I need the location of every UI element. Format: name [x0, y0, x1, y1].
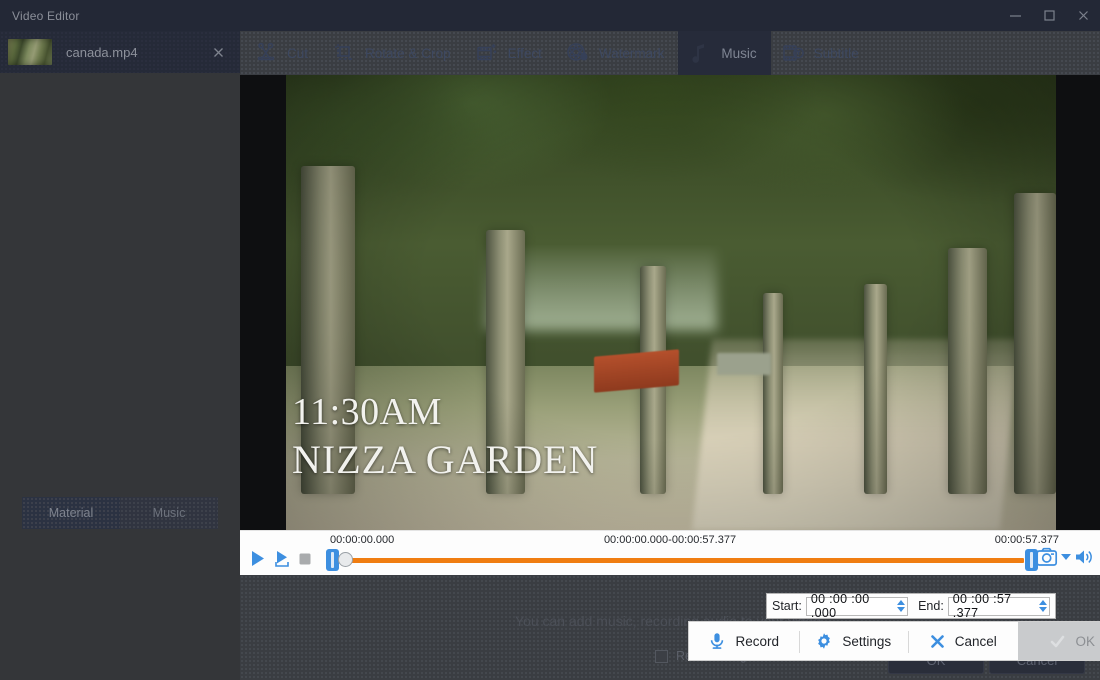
video-thumbnail — [8, 39, 52, 65]
toolbar-item-cut-label: Cut — [287, 45, 309, 61]
cancel-action-button-label: Cancel — [954, 633, 997, 649]
chevron-up-icon[interactable] — [1039, 600, 1047, 605]
timeline-range-label: 00:00:00.000-00:00:57.377 — [603, 534, 737, 546]
start-time-stepper[interactable]: 00 :00 :00 .000 — [805, 592, 909, 620]
window-title: Video Editor — [12, 8, 80, 23]
library-tabs: Material Music — [22, 497, 218, 529]
toolbar-item-effect[interactable]: Effect — [465, 31, 556, 75]
timeline-track[interactable] — [326, 549, 1038, 571]
playhead-knob[interactable] — [338, 552, 353, 567]
chevron-down-icon[interactable] — [1039, 607, 1047, 612]
tab-music-label: Music — [152, 506, 186, 520]
end-time-arrows[interactable] — [1039, 600, 1047, 612]
play-icon[interactable] — [248, 549, 267, 568]
toolbar-item-cut[interactable]: Cut — [244, 31, 322, 75]
media-library-body — [0, 73, 240, 680]
video-editor-window: Video Editor canada.mp4 Material Music C… — [0, 0, 1100, 680]
ok-action-button[interactable]: OK — [1017, 622, 1100, 660]
start-label: Start: — [772, 599, 802, 613]
chevron-down-icon[interactable] — [1061, 554, 1071, 560]
overlay-line-2: NIZZA GARDEN — [292, 436, 599, 482]
record-button[interactable]: Record — [689, 622, 799, 660]
video-overlay-text: 11:30AM NIZZA GARDEN — [292, 391, 599, 482]
timeline-right-controls — [1036, 547, 1094, 567]
watermark-drop-icon — [566, 41, 590, 65]
timeline-total-time: 00:00:57.377 — [994, 534, 1059, 546]
record-button-label: Record — [735, 633, 780, 649]
music-action-bar: Record Settings Cancel OK — [688, 621, 1100, 661]
chevron-up-icon[interactable] — [897, 600, 906, 605]
timeline-progress — [340, 558, 1024, 563]
scissors-icon — [254, 41, 278, 65]
tab-music[interactable]: Music — [120, 497, 218, 529]
overlay-line-1: 11:30AM — [292, 391, 442, 433]
main-stage: Cut Rotate & Crop Effect Watermark Music… — [240, 31, 1100, 680]
music-note-icon — [688, 41, 712, 65]
title-bar: Video Editor — [0, 0, 1100, 31]
trim-range-dialog: Start: 00 :00 :00 .000 End: 00 :00 :57 .… — [766, 592, 1056, 620]
file-tab-strip: canada.mp4 — [0, 31, 240, 73]
volume-icon[interactable] — [1074, 548, 1094, 566]
window-controls — [998, 0, 1100, 31]
end-label: End: — [918, 599, 944, 613]
start-time-arrows[interactable] — [897, 600, 906, 612]
settings-button-label: Settings — [842, 633, 892, 649]
toolbar-item-rotate-crop-label: Rotate & Crop — [365, 45, 451, 61]
play-step-icon[interactable] — [273, 549, 292, 568]
gear-icon — [815, 632, 833, 650]
end-time-stepper[interactable]: 00 :00 :57 .377 — [947, 592, 1050, 620]
toolbar-item-subtitle[interactable]: Subtitle — [771, 31, 873, 75]
left-panel: canada.mp4 Material Music — [0, 31, 240, 680]
timeline-current-time: 00:00:00.000 — [330, 534, 395, 546]
file-tab-label: canada.mp4 — [66, 44, 138, 60]
file-tab-canada[interactable]: canada.mp4 — [0, 31, 240, 73]
crop-icon — [332, 41, 356, 65]
toolbar-item-effect-label: Effect — [507, 45, 542, 61]
playback-controls — [248, 549, 312, 568]
toolbar-item-music-label: Music — [721, 45, 757, 61]
close-icon[interactable] — [208, 42, 228, 62]
subtitle-icon — [781, 41, 805, 65]
tab-material-label: Material — [48, 506, 94, 520]
cancel-action-button[interactable]: Cancel — [908, 622, 1018, 660]
maximize-button[interactable] — [1032, 0, 1066, 31]
film-sparkle-icon — [475, 41, 499, 65]
check-icon — [1049, 633, 1066, 650]
ok-action-button-label: OK — [1075, 633, 1095, 649]
minimize-button[interactable] — [998, 0, 1032, 31]
toolbar-item-subtitle-label: Subtitle — [813, 45, 859, 61]
toolbar-item-rotate-crop[interactable]: Rotate & Crop — [322, 31, 465, 75]
timeline-time-labels: 00:00:00.000 00:00:00.000-00:00:57.377 0… — [240, 534, 1100, 549]
end-time-value[interactable]: 00 :00 :57 .377 — [953, 592, 1034, 620]
video-frame[interactable]: 11:30AM NIZZA GARDEN — [286, 75, 1056, 530]
toolbar-item-music[interactable]: Music — [678, 31, 771, 75]
camera-icon[interactable] — [1036, 547, 1058, 567]
checkbox-box[interactable] — [655, 649, 668, 663]
toolbar-item-watermark[interactable]: Watermark — [556, 31, 679, 75]
settings-button[interactable]: Settings — [798, 622, 909, 660]
stop-icon[interactable] — [298, 552, 312, 566]
chevron-down-icon[interactable] — [897, 607, 906, 612]
timeline-bar: 00:00:00.000 00:00:00.000-00:00:57.377 0… — [240, 530, 1100, 575]
video-preview-area: 11:30AM NIZZA GARDEN — [240, 75, 1100, 530]
tab-material[interactable]: Material — [22, 497, 120, 529]
x-icon — [929, 633, 946, 650]
start-time-value[interactable]: 00 :00 :00 .000 — [811, 592, 892, 620]
editor-toolbar: Cut Rotate & Crop Effect Watermark Music… — [240, 31, 1100, 75]
close-button[interactable] — [1066, 0, 1100, 31]
microphone-icon — [708, 632, 726, 650]
toolbar-item-watermark-label: Watermark — [598, 45, 665, 61]
